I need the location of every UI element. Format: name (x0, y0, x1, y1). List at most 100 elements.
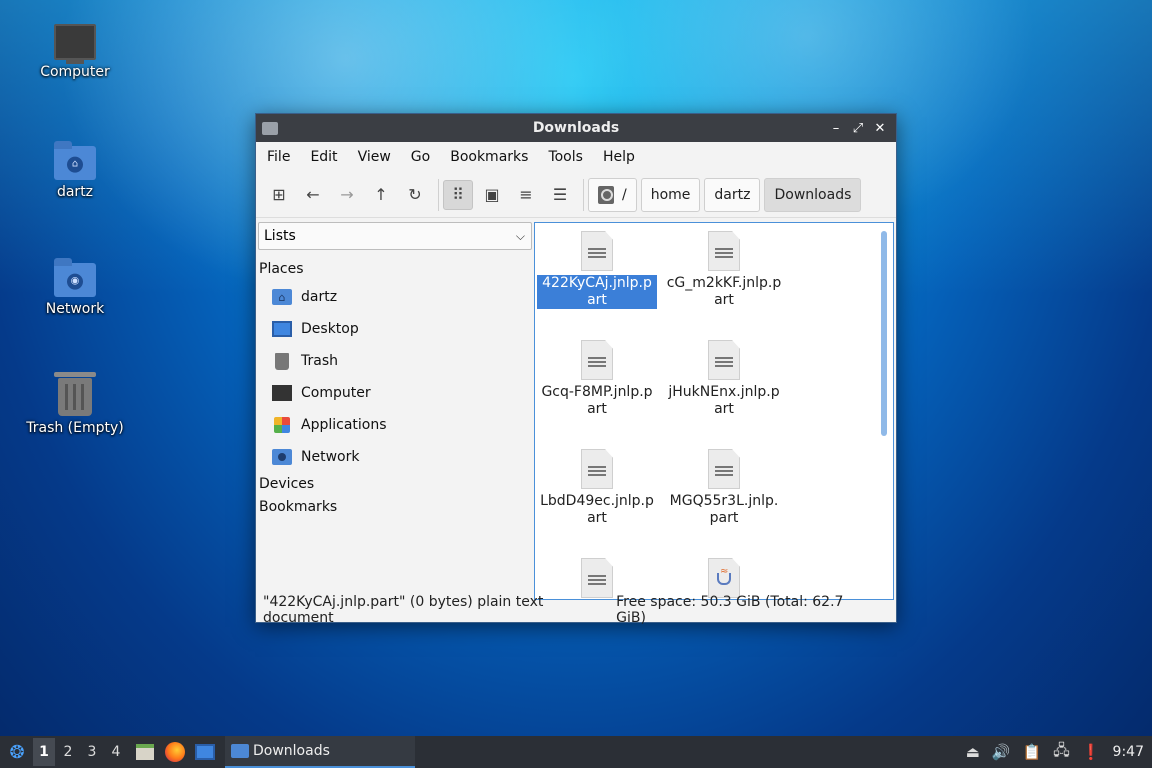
sidebar-mode-select[interactable]: Lists ⌵ (258, 222, 532, 250)
menu-view[interactable]: View (351, 149, 398, 165)
taskbar: ❂ 1 2 3 4 Downloads ⏏ 🔊 📋 🖧 ❗ 9:47 (0, 736, 1152, 768)
grid-icon: ⠿ (452, 185, 464, 204)
firefox-launcher[interactable] (163, 740, 187, 764)
file-manager-window: Downloads – ⤢ ✕ File Edit View Go Bookma… (255, 113, 897, 626)
breadcrumb-root[interactable]: / (588, 177, 637, 212)
menubar: File Edit View Go Bookmarks Tools Help (256, 142, 896, 172)
detail-view-button[interactable]: ☰ (545, 180, 575, 210)
breadcrumb-downloads[interactable]: Downloads (764, 177, 862, 212)
file-name: MGQ55r3L.jnlp.part (669, 493, 779, 526)
sidebar-item-network[interactable]: Network (256, 441, 534, 473)
thumbnail-view-button[interactable]: ▣ (477, 180, 507, 210)
desktop-icon-label: Network (45, 301, 105, 317)
breadcrumb-label: / (622, 186, 627, 203)
file-item[interactable]: cG_m2kKF.jnlp.part (664, 231, 784, 309)
status-free-space: Free space: 50.3 GiB (Total: 62.7 GiB) (616, 594, 844, 626)
file-name: 422KyCAj.jnlp.part (537, 275, 657, 309)
computer-icon (272, 384, 292, 402)
sidebar-item-label: Applications (301, 417, 387, 433)
vertical-scrollbar[interactable] (881, 231, 887, 436)
start-menu-button[interactable]: ❂ (3, 738, 31, 766)
image-icon: ▣ (484, 185, 500, 204)
file-item-partial[interactable] (537, 558, 657, 598)
task-downloads[interactable]: Downloads (225, 736, 415, 768)
sidebar-item-applications[interactable]: Applications (256, 409, 534, 441)
file-item[interactable]: 422KyCAj.jnlp.part (537, 231, 657, 309)
file-manager-launcher[interactable] (133, 740, 157, 764)
text-file-icon (581, 231, 613, 271)
desktop-icon-label: Computer (40, 64, 110, 80)
lxqt-logo-icon: ❂ (9, 741, 25, 763)
sidebar-item-desktop[interactable]: Desktop (256, 313, 534, 345)
notification-icon[interactable]: ❗ (1082, 743, 1101, 761)
close-button[interactable]: ✕ (872, 121, 888, 136)
file-item[interactable]: Gcq-F8MP.jnlp.part (537, 340, 657, 418)
workspace-1[interactable]: 1 (33, 738, 55, 766)
file-name: Gcq-F8MP.jnlp.part (541, 384, 653, 417)
window-titlebar[interactable]: Downloads – ⤢ ✕ (256, 114, 896, 142)
new-window-icon: ⊞ (272, 185, 286, 204)
workspace-2[interactable]: 2 (57, 738, 79, 766)
menu-edit[interactable]: Edit (303, 149, 344, 165)
network-status-icon[interactable]: 🖧 (1053, 740, 1070, 765)
reload-icon: ↻ (408, 185, 422, 204)
computer-icon (10, 24, 140, 64)
desktop-icon-computer[interactable]: Computer (10, 24, 140, 80)
volume-icon[interactable]: 🔊 (992, 743, 1011, 761)
file-item-partial[interactable]: ≈ (664, 558, 784, 598)
file-item[interactable]: jHukNEnx.jnlp.part (664, 340, 784, 418)
home-folder-icon (272, 288, 292, 306)
menu-go[interactable]: Go (404, 149, 437, 165)
trash-icon (10, 372, 140, 416)
up-button[interactable]: ↑ (366, 180, 396, 210)
section-devices[interactable]: Devices (256, 473, 534, 496)
clock[interactable]: 9:47 (1113, 744, 1144, 760)
section-bookmarks[interactable]: Bookmarks (256, 496, 534, 519)
menu-help[interactable]: Help (596, 149, 642, 165)
eject-icon[interactable]: ⏏ (966, 743, 980, 761)
sidebar-item-label: dartz (301, 289, 338, 305)
sidebar-item-dartz[interactable]: dartz (256, 281, 534, 313)
sidebar-item-computer[interactable]: Computer (256, 377, 534, 409)
workspace-3[interactable]: 3 (81, 738, 103, 766)
arrow-right-icon: → (340, 185, 354, 204)
toolbar: ⊞ ← → ↑ ↻ ⠿ ▣ ≡ ☰ / home dartz Downloads (256, 172, 896, 218)
desktop-icon-network[interactable]: ◉ Network (10, 258, 140, 317)
menu-tools[interactable]: Tools (541, 149, 590, 165)
task-label: Downloads (253, 743, 330, 759)
desktop-icon-label: dartz (56, 184, 94, 200)
list-icon: ≡ (519, 185, 533, 204)
home-folder-icon: ⌂ (10, 141, 140, 180)
back-button[interactable]: ← (298, 180, 328, 210)
new-window-button[interactable]: ⊞ (264, 180, 294, 210)
system-tray: ⏏ 🔊 📋 🖧 ❗ 9:47 (966, 740, 1144, 765)
desktop-icon-trash[interactable]: Trash (Empty) (10, 372, 140, 436)
reload-button[interactable]: ↻ (400, 180, 430, 210)
maximize-button[interactable]: ⤢ (850, 121, 866, 136)
breadcrumb-dartz[interactable]: dartz (704, 177, 761, 212)
folder-icon (262, 121, 278, 135)
file-view[interactable]: 422KyCAj.jnlp.part cG_m2kKF.jnlp.part Gc… (534, 222, 894, 600)
file-item[interactable]: LbdD49ec.jnlp.part (537, 449, 657, 527)
arrow-up-icon: ↑ (374, 185, 388, 204)
show-desktop-button[interactable] (193, 740, 217, 764)
status-selection: "422KyCAj.jnlp.part" (0 bytes) plain tex… (263, 594, 544, 626)
icon-view-button[interactable]: ⠿ (443, 179, 473, 210)
workspace-4[interactable]: 4 (105, 738, 127, 766)
menu-file[interactable]: File (260, 149, 297, 165)
compact-view-button[interactable]: ≡ (511, 180, 541, 210)
forward-button[interactable]: → (332, 180, 362, 210)
clipboard-icon[interactable]: 📋 (1022, 743, 1041, 761)
chevron-down-icon: ⌵ (515, 228, 525, 243)
firefox-icon (165, 742, 185, 762)
minimize-button[interactable]: – (828, 121, 844, 136)
desktop-icon-home[interactable]: ⌂ dartz (10, 141, 140, 200)
sidebar-mode-value: Lists (264, 228, 296, 244)
file-item[interactable]: MGQ55r3L.jnlp.part (664, 449, 784, 527)
menu-bookmarks[interactable]: Bookmarks (443, 149, 535, 165)
section-places[interactable]: Places (256, 258, 534, 281)
breadcrumb-home[interactable]: home (640, 177, 701, 212)
sidebar-item-trash[interactable]: Trash (256, 345, 534, 377)
sidebar-item-label: Desktop (301, 321, 359, 337)
status-bar: "422KyCAj.jnlp.part" (0 bytes) plain tex… (256, 594, 896, 626)
